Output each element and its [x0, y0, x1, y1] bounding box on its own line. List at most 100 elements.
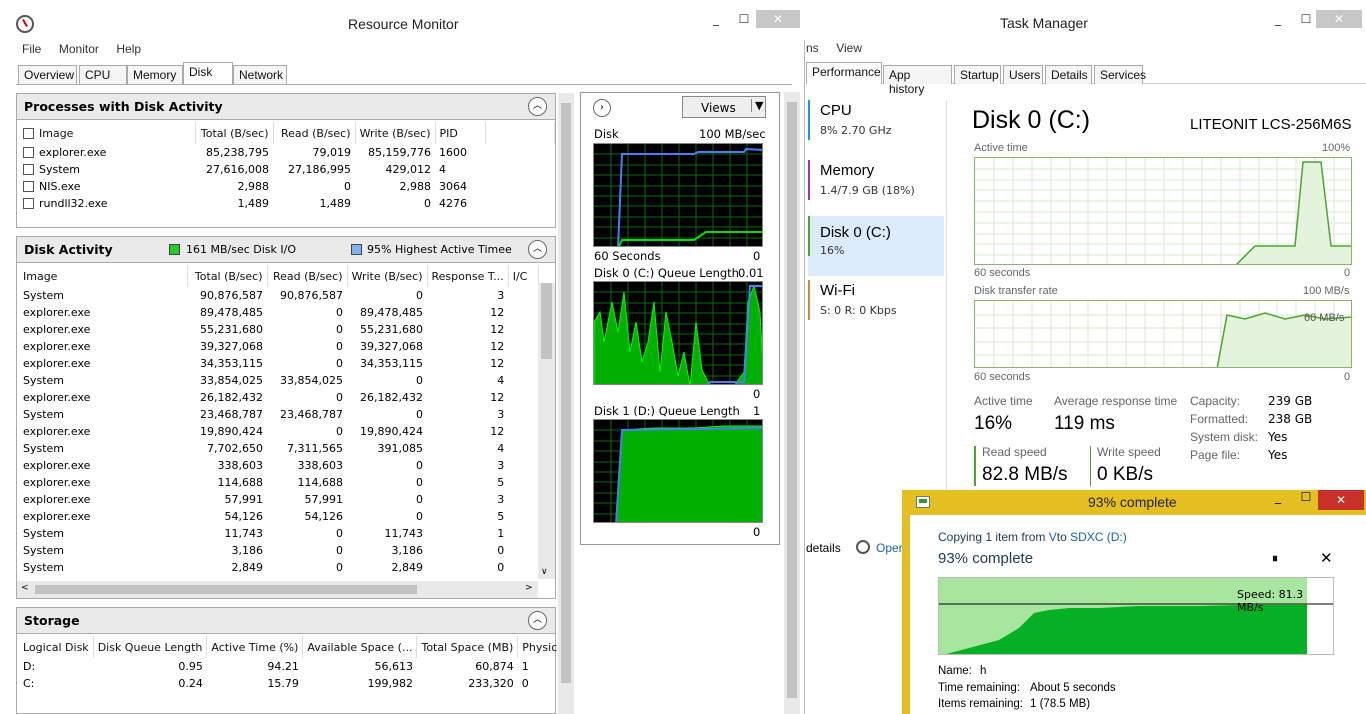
collapse-icon[interactable]: ︿ [528, 97, 547, 116]
tab-services[interactable]: Services [1094, 65, 1146, 84]
tab-startup[interactable]: Startup [954, 65, 1001, 84]
column-header[interactable]: Total Space (MB) [416, 636, 519, 658]
table-row[interactable]: System 90,876,587 90,876,587 0 3 [19, 287, 539, 304]
fewer-details-link[interactable]: details [806, 541, 841, 555]
close-button[interactable]: ✕ [756, 10, 800, 28]
table-row[interactable]: D: 0.95 94.21 56,613 60,874 1 [19, 658, 572, 675]
menu-view[interactable]: View [836, 41, 862, 55]
tab-performance[interactable]: Performance [806, 62, 882, 84]
column-header[interactable]: Logical Disk [19, 636, 94, 658]
table-row[interactable]: explorer.exe 55,231,680 0 55,231,680 12 [19, 321, 539, 338]
sidebar-item-memory[interactable]: Memory 1.4/7.9 GB (18%) [808, 160, 944, 220]
column-header[interactable]: Available Space (... [302, 636, 418, 658]
scroll-thumb[interactable] [561, 103, 571, 683]
views-dropdown[interactable]: Views ▼ [682, 96, 766, 118]
menu-options[interactable]: ns [806, 41, 819, 55]
table-row[interactable]: rundll32.exe 1,489 1,489 0 4276 [19, 195, 555, 212]
open-resmon-link[interactable]: Oper [876, 541, 903, 555]
scroll-thumb[interactable] [35, 585, 417, 594]
table-row[interactable]: System 7,702,650 7,311,565 391,085 4 [19, 440, 539, 457]
vertical-scrollbar[interactable]: ∨ [538, 283, 555, 579]
active-legend-label: 95% Highest Active Timee [367, 243, 512, 256]
table-row[interactable]: System 23,468,787 23,468,787 0 3 [19, 406, 539, 423]
column-header[interactable]: Image [19, 122, 196, 144]
scroll-thumb[interactable] [541, 283, 552, 359]
table-row[interactable]: C: 0.24 15.79 199,982 233,320 0 [19, 675, 572, 692]
column-header[interactable]: Response T... [427, 265, 509, 287]
table-row[interactable]: explorer.exe 114,688 114,688 0 5 [19, 474, 539, 491]
tab-network[interactable]: Network [233, 65, 287, 84]
checkbox[interactable] [23, 198, 34, 209]
table-row[interactable]: NIS.exe 2,988 0 2,988 3064 [19, 178, 555, 195]
table-row[interactable]: explorer.exe 57,991 57,991 0 3 [19, 491, 539, 508]
table-row[interactable]: explorer.exe 89,478,485 0 89,478,485 12 [19, 304, 539, 321]
column-header[interactable]: Write (B/sec) [347, 265, 428, 287]
sidebar-item-wifi[interactable]: Wi-Fi S: 0 R: 0 Kbps [808, 280, 944, 340]
close-button[interactable]: ✕ [1316, 10, 1362, 28]
tab-cpu[interactable]: CPU [79, 65, 127, 84]
table-row[interactable]: explorer.exe 26,182,432 0 26,182,432 12 [19, 389, 539, 406]
scroll-right-arrow[interactable]: > [525, 583, 533, 593]
table-row[interactable]: explorer.exe 39,327,068 0 39,327,068 12 [19, 338, 539, 355]
tab-memory[interactable]: Memory [127, 65, 183, 84]
table-header: Image Total (B/sec) Read (B/sec) Write (… [19, 122, 555, 144]
menu-help[interactable]: Help [116, 42, 141, 56]
scroll-thumb[interactable] [787, 102, 797, 698]
tab-users[interactable]: Users [1003, 65, 1043, 84]
minimize-button[interactable]: _ [702, 10, 730, 28]
expand-icon[interactable]: › [593, 99, 611, 117]
table-row[interactable]: explorer.exe 85,238,795 79,019 85,159,776 16… [19, 144, 555, 161]
main-scrollbar[interactable] [558, 93, 574, 714]
pause-button[interactable]: ⏸ [1272, 551, 1278, 566]
column-header[interactable]: Read (B/sec) [273, 122, 356, 144]
source-link[interactable]: V [1049, 530, 1057, 544]
collapse-icon[interactable]: ︿ [528, 611, 547, 630]
table-row[interactable]: explorer.exe 34,353,115 0 34,353,115 12 [19, 355, 539, 372]
table-row[interactable]: System 3,186 0 3,186 0 [19, 542, 539, 559]
maximize-button[interactable]: ☐ [1292, 490, 1320, 508]
tab-overview[interactable]: Overview [18, 65, 77, 84]
column-header[interactable]: Read (B/sec) [267, 265, 348, 287]
scroll-left-arrow[interactable]: < [21, 583, 29, 593]
column-header[interactable]: Disk Queue Length [93, 636, 208, 658]
tab-disk[interactable]: Disk [183, 62, 233, 84]
table-row[interactable]: System 33,854,025 33,854,025 0 4 [19, 372, 539, 389]
collapse-icon[interactable]: ︿ [528, 240, 547, 259]
checkbox[interactable] [23, 164, 34, 175]
scroll-down-arrow[interactable]: ∨ [541, 567, 548, 577]
minimize-button[interactable]: _ [1264, 10, 1292, 28]
active-time-graph [974, 157, 1352, 265]
graph-scrollbar[interactable] [784, 92, 800, 714]
dest-link[interactable]: SDXC (D:) [1070, 530, 1127, 544]
checkbox[interactable] [23, 127, 34, 139]
column-header[interactable]: Total (B/sec) [187, 265, 268, 287]
checkbox[interactable] [23, 181, 34, 192]
checkbox[interactable] [23, 147, 34, 158]
table-row[interactable]: explorer.exe 19,890,424 0 19,890,424 12 [19, 423, 539, 440]
column-header[interactable]: Active Time (%) [206, 636, 304, 658]
cancel-button[interactable]: ✕ [1320, 549, 1333, 567]
tab-details[interactable]: Details [1045, 65, 1092, 84]
column-header[interactable]: Total (B/sec) [195, 122, 274, 144]
disk-activity-panel-header[interactable]: Disk Activity 161 MB/sec Disk I/O 95% Hi… [16, 236, 556, 263]
maximize-button[interactable]: ☐ [730, 10, 758, 28]
table-row[interactable]: System 2,849 0 2,849 0 [19, 559, 539, 576]
column-header[interactable]: I/C [508, 265, 540, 287]
table-row[interactable]: explorer.exe 54,126 54,126 0 5 [19, 508, 539, 525]
table-row[interactable]: System 11,743 0 11,743 1 [19, 525, 539, 542]
sidebar-item-cpu[interactable]: CPU 8% 2.70 GHz [808, 100, 944, 160]
processes-panel-header[interactable]: Processes with Disk Activity ︿ [16, 93, 556, 120]
close-button[interactable]: ✕ [1318, 490, 1364, 510]
column-header[interactable]: PID [435, 122, 486, 144]
column-header[interactable]: Image [19, 265, 188, 287]
table-row[interactable]: explorer.exe 338,603 338,603 0 3 [19, 457, 539, 474]
tab-app-history[interactable]: App history [883, 65, 952, 96]
minimize-button[interactable]: _ [1264, 490, 1292, 508]
horizontal-scrollbar[interactable]: < > [17, 581, 538, 598]
menu-file[interactable]: File [22, 42, 41, 56]
column-header[interactable]: Write (B/sec) [355, 122, 436, 144]
storage-panel-header[interactable]: Storage ︿ [16, 607, 556, 634]
table-row[interactable]: System 27,616,008 27,186,995 429,012 4 [19, 161, 555, 178]
menu-monitor[interactable]: Monitor [59, 42, 99, 56]
sidebar-item-disk[interactable]: Disk 0 (C:) 16% [808, 216, 944, 276]
